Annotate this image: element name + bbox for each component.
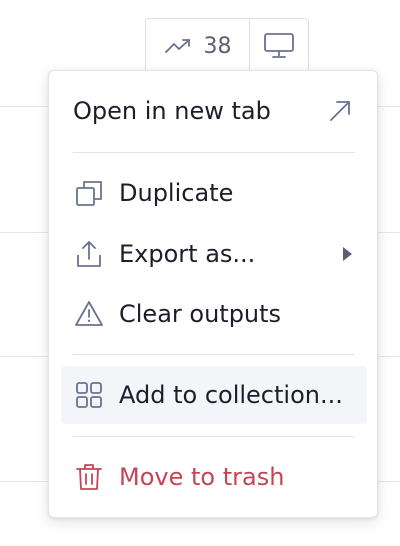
- menu-item-label: Export as...: [119, 240, 256, 268]
- add-to-collection-item[interactable]: Add to collection...: [61, 366, 367, 424]
- duplicate-icon: [73, 177, 105, 209]
- warning-icon: [73, 298, 105, 330]
- display-button[interactable]: [250, 19, 308, 73]
- menu-item-label: Duplicate: [119, 179, 234, 207]
- menu-item-label: Clear outputs: [119, 300, 282, 328]
- menu-item-label: Add to collection...: [119, 381, 343, 409]
- open-in-new-tab-item[interactable]: Open in new tab: [61, 82, 367, 140]
- trending-up-icon: [164, 36, 194, 56]
- arrow-up-right-icon: [327, 98, 353, 124]
- menu-item-label: Open in new tab: [73, 97, 271, 125]
- menu-separator: [73, 354, 355, 355]
- grid-icon: [73, 379, 105, 411]
- export-icon: [73, 238, 105, 270]
- menu-separator: [73, 436, 355, 437]
- export-as-item[interactable]: Export as...: [61, 225, 367, 283]
- trend-count: 38: [203, 33, 232, 59]
- context-menu: Open in new tab Duplicate Export as... C…: [48, 70, 378, 518]
- duplicate-item[interactable]: Duplicate: [61, 164, 367, 222]
- menu-item-label: Move to trash: [119, 463, 285, 491]
- move-to-trash-item[interactable]: Move to trash: [61, 448, 367, 506]
- clear-outputs-item[interactable]: Clear outputs: [61, 285, 367, 343]
- trend-count-button[interactable]: 38: [146, 19, 250, 73]
- trash-icon: [73, 461, 105, 493]
- caret-right-icon: [341, 246, 353, 262]
- page: 38 Open in new tab Duplicate Export as..…: [0, 0, 400, 546]
- card-toolbar: 38: [145, 18, 309, 74]
- monitor-icon: [263, 32, 295, 60]
- menu-separator: [73, 152, 355, 153]
